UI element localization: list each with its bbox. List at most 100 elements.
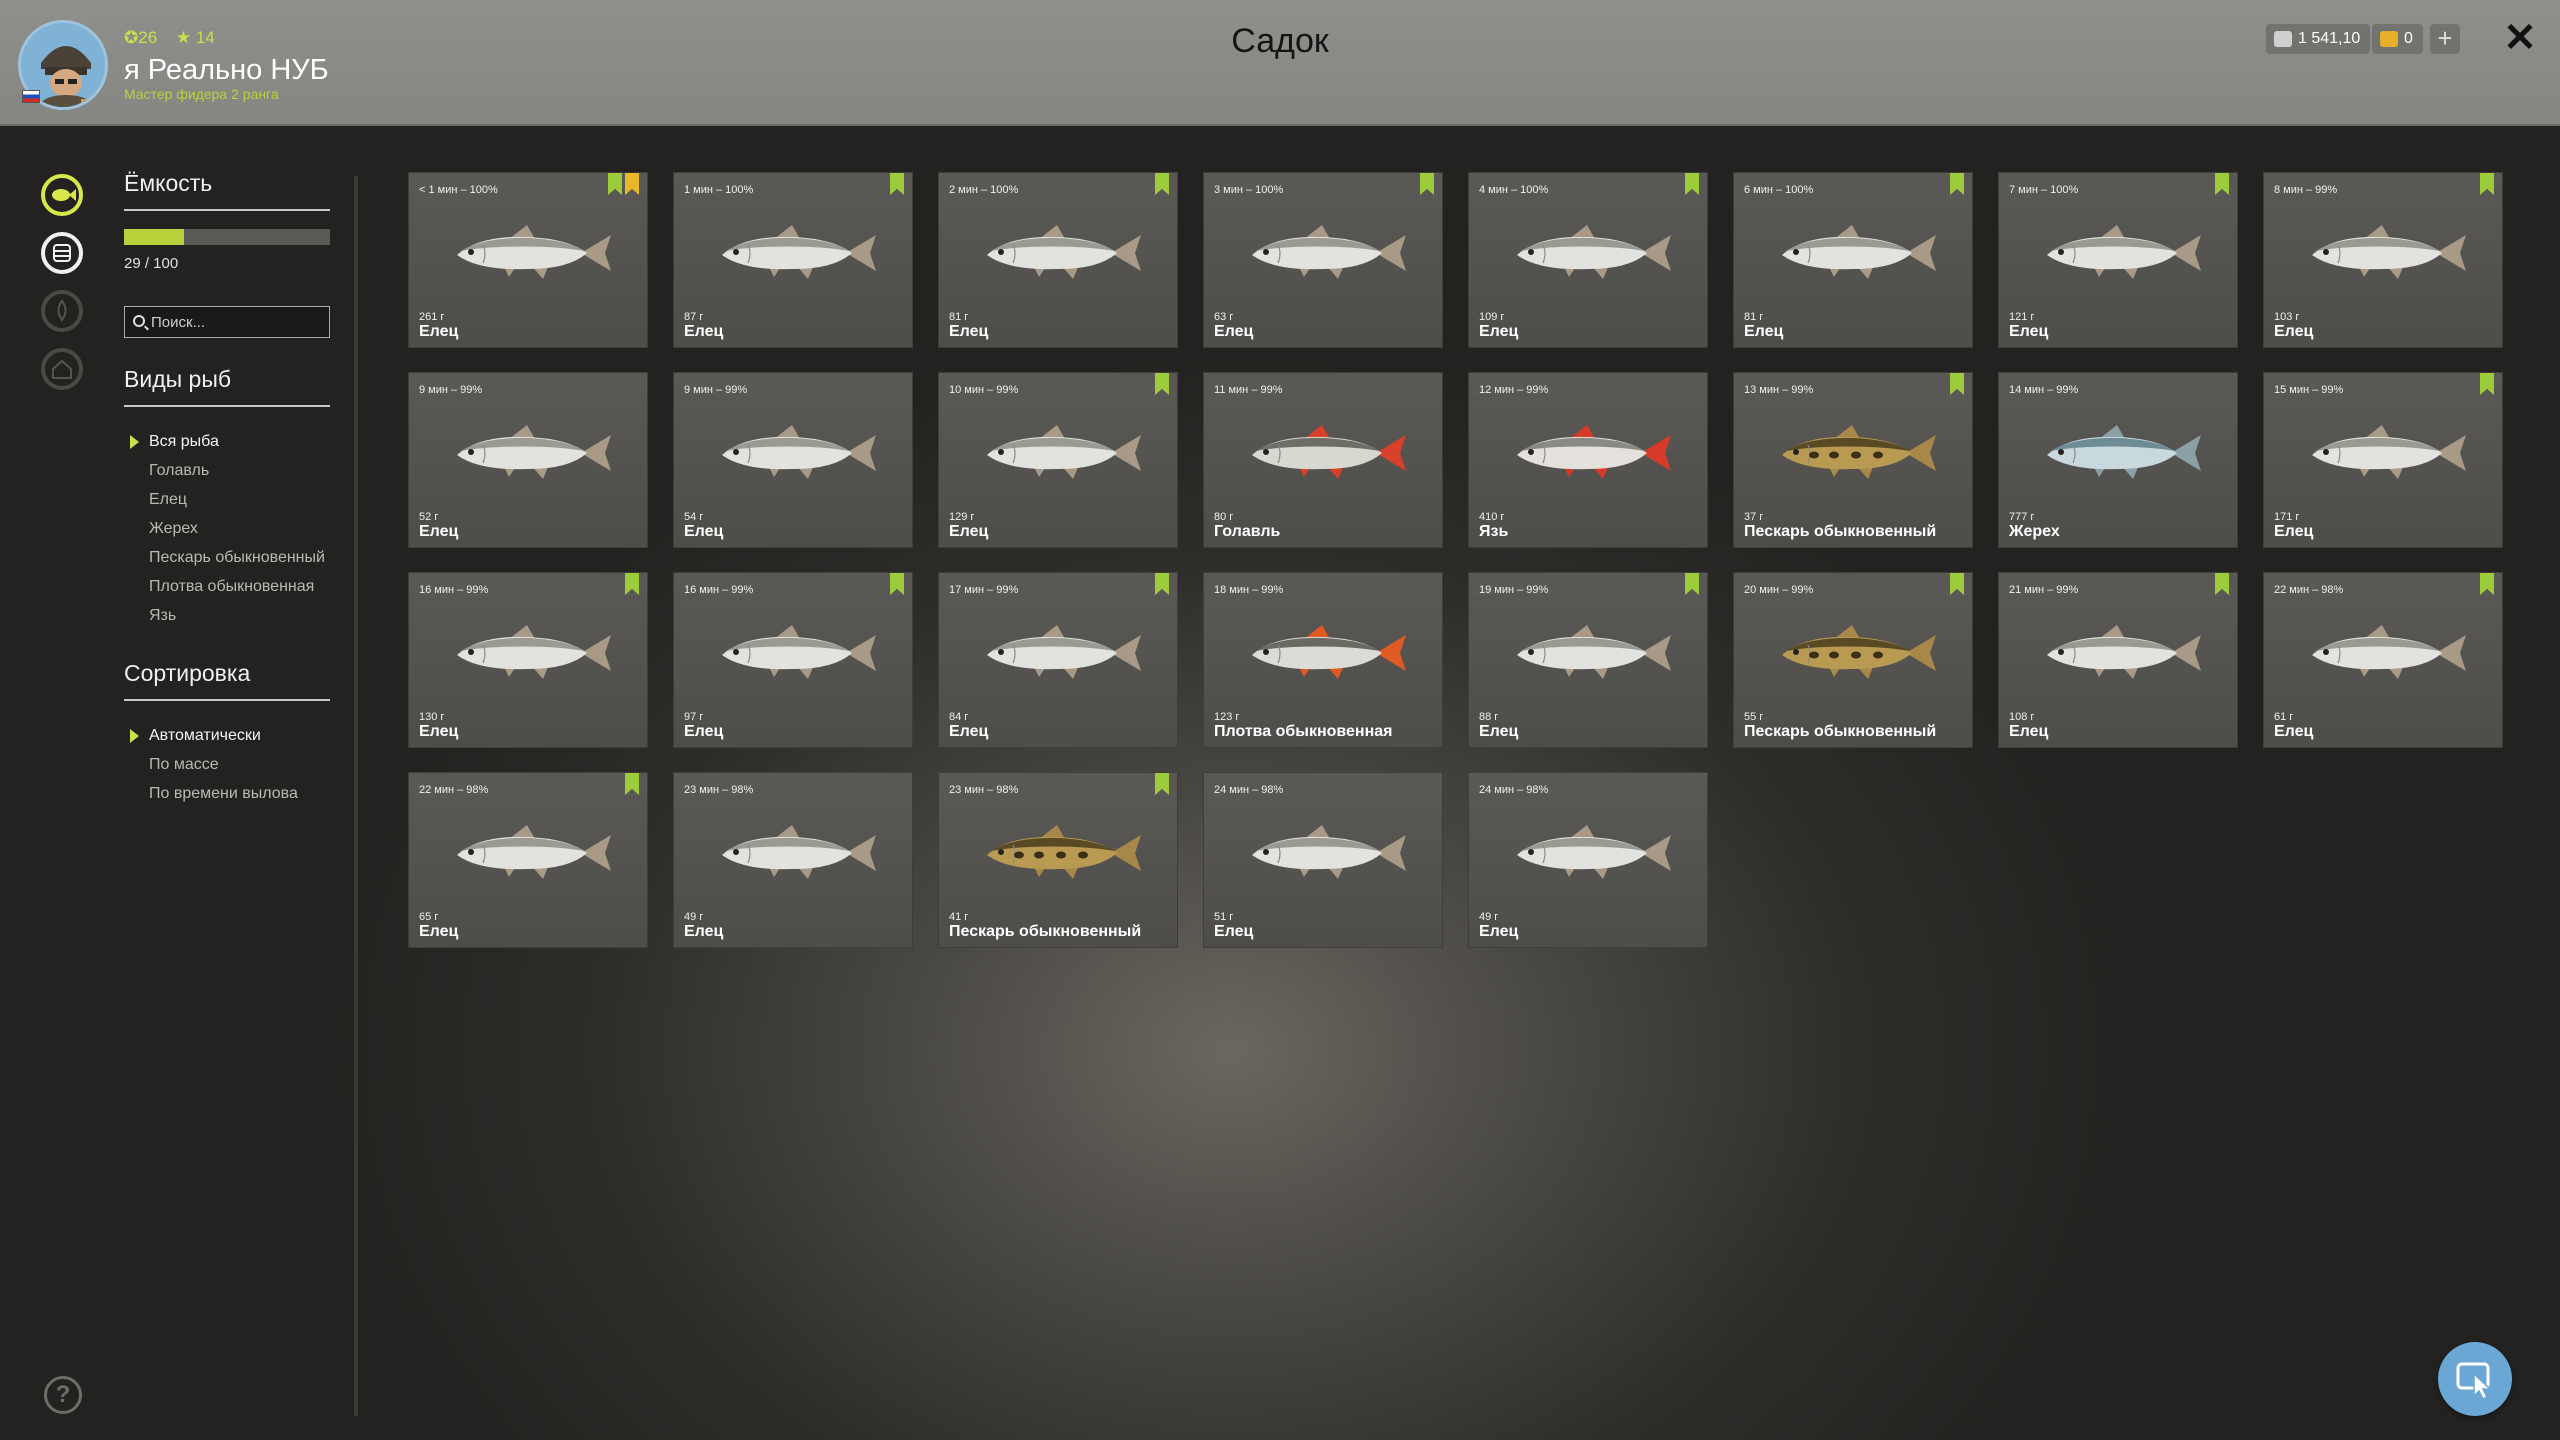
bookmark-icon bbox=[2215, 173, 2229, 195]
fish-glyph bbox=[52, 189, 76, 201]
fish-card[interactable]: 22 мин – 98% 65 г Елец bbox=[408, 772, 648, 948]
fish-weight: 49 г bbox=[684, 911, 704, 923]
search-box[interactable] bbox=[124, 306, 330, 338]
species-item[interactable]: Жерех bbox=[124, 514, 330, 543]
fish-weight: 103 г bbox=[2274, 311, 2300, 323]
catch-time: 2 мин – 100% bbox=[949, 184, 1019, 196]
bookmark-icon bbox=[1155, 373, 1169, 395]
silver-amount: 1 541,10 bbox=[2298, 30, 2361, 47]
fish-card[interactable]: 8 мин – 99% 103 г Елец bbox=[2263, 172, 2503, 348]
fish-card[interactable]: 13 мин – 99% 37 г Пескарь обыкновенный bbox=[1733, 372, 1973, 548]
add-currency-button[interactable]: + bbox=[2430, 24, 2460, 54]
fish-card[interactable]: < 1 мин – 100% 261 г Елец bbox=[408, 172, 648, 348]
fish-card[interactable]: 1 мин – 100% 87 г Елец bbox=[673, 172, 913, 348]
sort-item[interactable]: По массе bbox=[124, 750, 330, 779]
capacity-bar bbox=[124, 229, 330, 245]
search-input[interactable] bbox=[151, 311, 321, 333]
close-button[interactable]: ✕ bbox=[2500, 18, 2540, 58]
fish-card[interactable]: 12 мин – 99% 410 г Язь bbox=[1468, 372, 1708, 548]
fish-card[interactable]: 7 мин – 100% 121 г Елец bbox=[1998, 172, 2238, 348]
catch-time: 23 мин – 98% bbox=[949, 784, 1019, 796]
fish-weight: 63 г bbox=[1214, 311, 1234, 323]
catch-time: 14 мин – 99% bbox=[2009, 384, 2079, 396]
catch-time: 17 мин – 99% bbox=[949, 584, 1019, 596]
fish-name: Пескарь обыкновенный bbox=[1744, 723, 1937, 740]
fish-card[interactable]: 18 мин – 99% 123 г Плотва обыкновенная bbox=[1203, 572, 1443, 748]
dace-fish-icon bbox=[987, 225, 1141, 279]
fish-card[interactable]: 24 мин – 98% 49 г Елец bbox=[1468, 772, 1708, 948]
dace-fish-icon bbox=[2312, 225, 2466, 279]
fish-weight: 54 г bbox=[684, 511, 704, 523]
fish-card[interactable]: 4 мин – 100% 109 г Елец bbox=[1468, 172, 1708, 348]
dace-fish-icon bbox=[2047, 225, 2201, 279]
fish-name: Елец bbox=[2274, 323, 2314, 340]
catch-time: 16 мин – 99% bbox=[419, 584, 489, 596]
bookmark-icon bbox=[2480, 573, 2494, 595]
species-label: Жерех bbox=[149, 520, 198, 537]
fish-weight: 37 г bbox=[1744, 511, 1764, 523]
fish-name: Елец bbox=[2274, 523, 2314, 540]
species-item[interactable]: Голавль bbox=[124, 456, 330, 485]
dace-fish-icon bbox=[1252, 825, 1406, 879]
fish-grid: < 1 мин – 100% 261 г Елец 1 мин – 100% 87 гЕ… bbox=[408, 172, 2508, 948]
home-icon[interactable] bbox=[41, 348, 83, 390]
fish-weight: 81 г bbox=[949, 311, 969, 323]
fish-card[interactable]: 16 мин – 99% 97 г Елец bbox=[673, 572, 913, 748]
dace-fish-icon bbox=[722, 825, 876, 879]
fish-card[interactable]: 9 мин – 99% 52 г Елец bbox=[408, 372, 648, 548]
fish-weight: 130 г bbox=[419, 711, 445, 723]
fish-card[interactable]: 10 мин – 99% 129 г Елец bbox=[938, 372, 1178, 548]
fish-card[interactable]: 23 мин – 98% 49 г Елец bbox=[673, 772, 913, 948]
fish-card[interactable]: 15 мин – 99% 171 г Елец bbox=[2263, 372, 2503, 548]
russia-flag-icon bbox=[22, 90, 40, 103]
fish-card[interactable]: 24 мин – 98% 51 г Елец bbox=[1203, 772, 1443, 948]
fish-card[interactable]: 11 мин – 99% 80 г Голавль bbox=[1203, 372, 1443, 548]
fish-card[interactable]: 19 мин – 99% 88 г Елец bbox=[1468, 572, 1708, 748]
campfire-icon[interactable] bbox=[41, 290, 83, 332]
fish-weight: 88 г bbox=[1479, 711, 1499, 723]
species-item[interactable]: Плотва обыкновенная bbox=[124, 572, 330, 601]
fish-card[interactable]: 16 мин – 99% 130 г Елец bbox=[408, 572, 648, 748]
silver-coin-icon bbox=[2274, 31, 2292, 47]
fish-card[interactable]: 20 мин – 99% 55 г Пескарь обыкновенный bbox=[1733, 572, 1973, 748]
catch-time: 9 мин – 99% bbox=[684, 384, 748, 396]
species-item[interactable]: Вся рыба bbox=[124, 427, 330, 456]
fish-card[interactable]: 23 мин – 98% 41 г Пескарь обыкновенный bbox=[938, 772, 1178, 948]
bookmark-flags bbox=[2480, 173, 2494, 195]
catch-time: 16 мин – 99% bbox=[684, 584, 754, 596]
fish-icon[interactable] bbox=[41, 174, 83, 216]
gold-balance: 0 bbox=[2372, 24, 2423, 54]
fish-card[interactable]: 3 мин – 100% 63 г Елец bbox=[1203, 172, 1443, 348]
species-item[interactable]: Язь bbox=[124, 601, 330, 630]
fish-card[interactable]: 22 мин – 98% 61 г Елец bbox=[2263, 572, 2503, 748]
help-icon[interactable]: ? bbox=[44, 1376, 82, 1414]
pointer-cursor-icon[interactable] bbox=[2438, 1342, 2512, 1416]
bookmark-icon bbox=[1155, 773, 1169, 795]
catch-time: 4 мин – 100% bbox=[1479, 184, 1549, 196]
bookmark-flags bbox=[1685, 173, 1699, 195]
catch-time: 23 мин – 98% bbox=[684, 784, 754, 796]
species-label: Елец bbox=[149, 491, 188, 508]
fish-card[interactable]: 21 мин – 99% 108 г Елец bbox=[1998, 572, 2238, 748]
bookmark-icon bbox=[890, 173, 904, 195]
species-label: Пескарь обыкновенный bbox=[149, 549, 325, 566]
bookmark-flags bbox=[1155, 573, 1169, 595]
catch-time: < 1 мин – 100% bbox=[419, 184, 498, 196]
species-item[interactable]: Пескарь обыкновенный bbox=[124, 543, 330, 572]
fish-weight: 109 г bbox=[1479, 311, 1505, 323]
fish-card[interactable]: 14 мин – 99% 777 г Жерех bbox=[1998, 372, 2238, 548]
bookmark-icon bbox=[1155, 573, 1169, 595]
fish-card[interactable]: 17 мин – 99% 84 г Елец bbox=[938, 572, 1178, 748]
sort-item[interactable]: По времени вылова bbox=[124, 779, 330, 808]
fish-weight: 121 г bbox=[2009, 311, 2035, 323]
catch-time: 3 мин – 100% bbox=[1214, 184, 1284, 196]
catch-time: 22 мин – 98% bbox=[419, 784, 489, 796]
fish-card[interactable]: 2 мин – 100% 81 г Елец bbox=[938, 172, 1178, 348]
catch-time: 21 мин – 99% bbox=[2009, 584, 2079, 596]
fish-card[interactable]: 6 мин – 100% 81 г Елец bbox=[1733, 172, 1973, 348]
fish-card[interactable]: 9 мин – 99% 54 г Елец bbox=[673, 372, 913, 548]
fish-name: Елец bbox=[2009, 723, 2049, 740]
keepnet-icon[interactable] bbox=[41, 232, 83, 274]
species-item[interactable]: Елец bbox=[124, 485, 330, 514]
sort-item[interactable]: Автоматически bbox=[124, 721, 330, 750]
